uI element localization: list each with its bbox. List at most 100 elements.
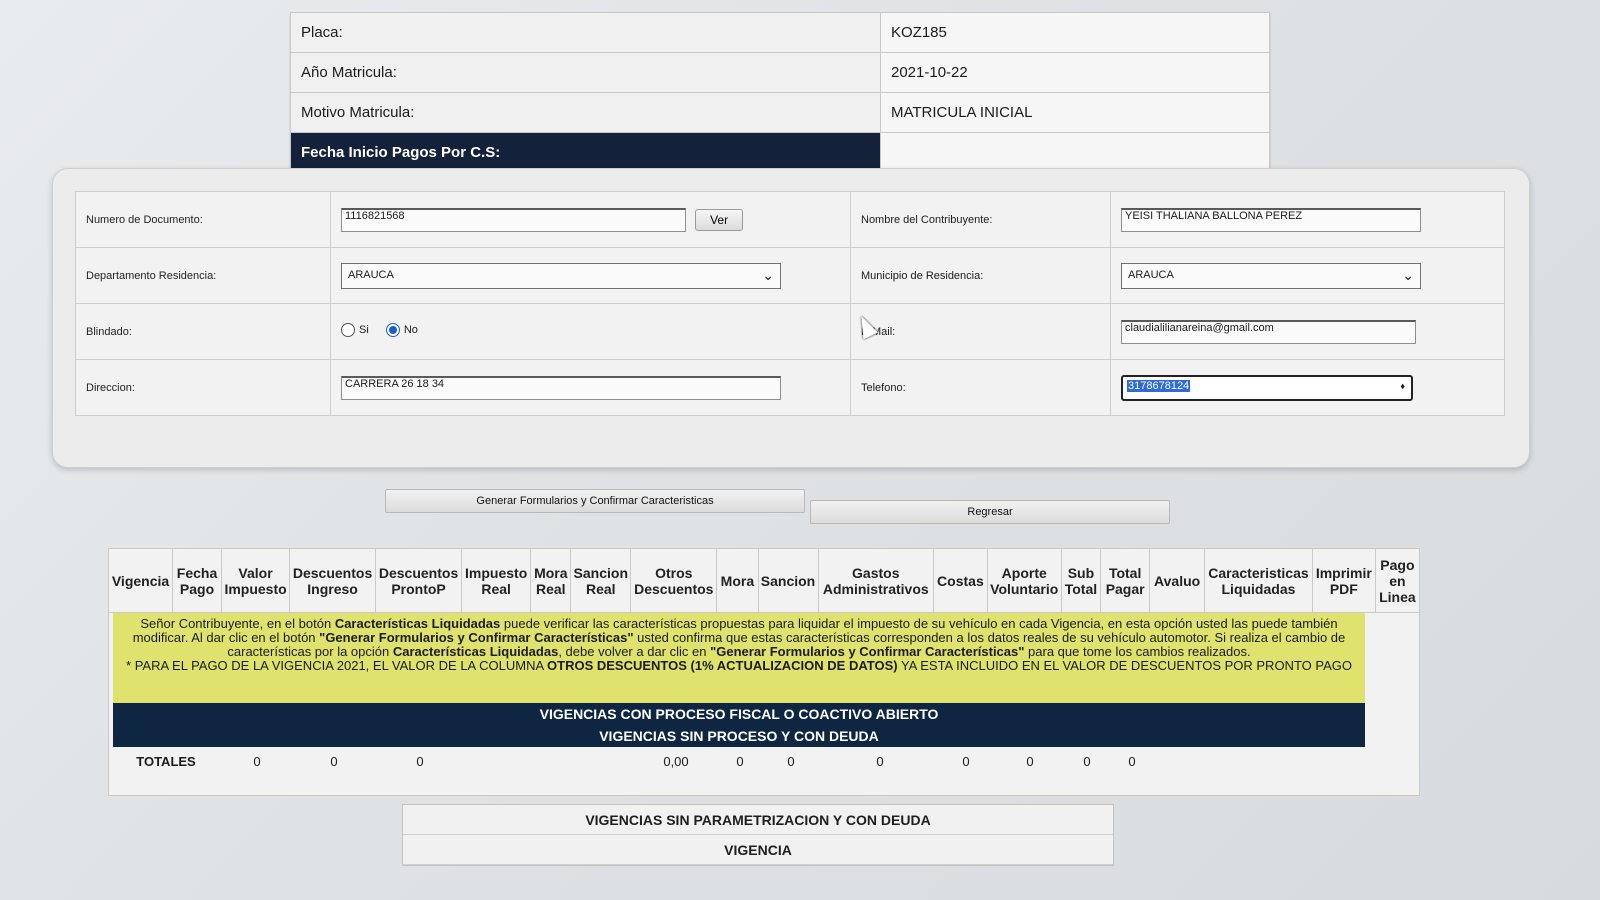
municipio-select[interactable]: ARAUCA ⌄ <box>1121 262 1421 289</box>
radio-checked-icon <box>385 323 400 337</box>
generar-formularios-button[interactable]: Generar Formularios y Confirmar Caracter… <box>385 489 805 513</box>
total-cell: 0,00 <box>663 753 689 769</box>
radio-circle-icon <box>341 323 355 337</box>
band-sin-proceso-con-deuda: VIGENCIAS SIN PROCESO Y CON DEUDA <box>113 725 1365 747</box>
vigencias-header: Vigencia Fecha Pago Valor Impuesto Descu… <box>109 549 1419 613</box>
placa-value: KOZ185 <box>880 12 1270 53</box>
col-total-pagar: Total Pagar <box>1101 549 1151 612</box>
depto-value: ARAUCA <box>348 268 394 281</box>
col-descuentos-ingreso: Descuentos Ingreso <box>290 549 377 612</box>
sin-parametrizacion-title: VIGENCIAS SIN PARAMETRIZACION Y CON DEUD… <box>403 805 1113 835</box>
vehicle-info-table: Placa: KOZ185 Año Matricula: 2021-10-22 … <box>290 12 1270 173</box>
total-cell: 0 <box>1026 753 1034 769</box>
total-cell: 0 <box>1083 753 1091 769</box>
motivo-matricula-value: MATRICULA INICIAL <box>880 92 1270 133</box>
telefono-value: 3178678124 <box>1127 379 1191 392</box>
contribuyente-form: Numero de Documento: 1116821568 Ver Nomb… <box>75 191 1505 416</box>
telefono-label: Telefono: <box>850 359 1111 416</box>
doc-cell: 1116821568 Ver <box>330 191 851 248</box>
nombre-cell: YEISI THALIANA BALLONA PEREZ <box>1110 191 1505 248</box>
col-sub-total: Sub Total <box>1062 549 1102 612</box>
municipio-cell: ARAUCA ⌄ <box>1110 247 1505 304</box>
band-proceso-fiscal: VIGENCIAS CON PROCESO FISCAL O COACTIVO … <box>113 703 1365 725</box>
spinner-icon: ♦ <box>1400 380 1405 391</box>
total-cell: 0 <box>787 753 795 769</box>
col-mora-real: Mora Real <box>531 549 572 612</box>
vigencias-table: Vigencia Fecha Pago Valor Impuesto Descu… <box>108 548 1420 796</box>
email-input[interactable]: claudialilianareina@gmail.com <box>1121 319 1416 344</box>
blindado-si-label: Si <box>359 324 369 336</box>
fecha-inicio-label: Fecha Inicio Pagos Por C.S: <box>290 132 881 173</box>
direccion-cell: CARRERA 26 18 34 <box>330 359 851 416</box>
col-sancion: Sancion <box>759 549 819 612</box>
anio-matricula-value: 2021-10-22 <box>880 52 1270 93</box>
depto-select[interactable]: ARAUCA ⌄ <box>341 262 781 289</box>
col-gastos-administrativos: Gastos Administrativos <box>819 549 935 612</box>
direccion-input[interactable]: CARRERA 26 18 34 <box>341 375 781 400</box>
notice-bold: OTROS DESCUENTOS (1% ACTUALIZACION DE DA… <box>547 658 898 673</box>
col-aporte-voluntario: Aporte Voluntario <box>988 549 1062 612</box>
notice-text: * PARA EL PAGO DE LA VIGENCIA 2021, EL V… <box>126 658 548 673</box>
nombre-input[interactable]: YEISI THALIANA BALLONA PEREZ <box>1121 207 1421 232</box>
sin-parametrizacion-vigencia-header: VIGENCIA <box>403 835 1113 865</box>
total-cell: 0 <box>962 753 970 769</box>
notice-text: Señor Contribuyente, en el botón <box>140 616 335 631</box>
total-cell: 0 <box>736 753 744 769</box>
total-cell: 0 <box>876 753 884 769</box>
motivo-matricula-row: Motivo Matricula: MATRICULA INICIAL <box>290 92 1270 133</box>
doc-label: Numero de Documento: <box>75 191 331 248</box>
placa-row: Placa: KOZ185 <box>290 12 1270 53</box>
motivo-matricula-label: Motivo Matricula: <box>290 92 881 133</box>
placa-label: Placa: <box>290 12 881 53</box>
ver-button[interactable]: Ver <box>695 208 744 231</box>
email-cell: claudialilianareina@gmail.com <box>1110 303 1505 360</box>
chevron-down-icon: ⌄ <box>762 266 774 283</box>
direccion-label: Direccion: <box>75 359 331 416</box>
blindado-cell: Si No <box>330 303 851 360</box>
municipio-value: ARAUCA <box>1128 268 1174 281</box>
doc-input[interactable]: 1116821568 <box>341 207 686 232</box>
notice-bold: Características Liquidadas <box>392 644 559 659</box>
telefono-cell: 3178678124 ♦ <box>1110 359 1505 416</box>
col-avaluo: Avaluo <box>1150 549 1206 612</box>
col-valor-impuesto: Valor Impuesto <box>222 549 291 612</box>
fecha-inicio-value <box>880 132 1270 173</box>
blindado-no-radio[interactable]: No <box>385 323 418 337</box>
anio-matricula-row: Año Matricula: 2021-10-22 <box>290 52 1270 93</box>
total-cell: 0 <box>330 753 338 769</box>
total-cell: 0 <box>253 753 261 769</box>
col-caracteristicas-liquidadas: Caracteristicas Liquidadas <box>1205 549 1313 612</box>
total-cell: 0 <box>1128 753 1136 769</box>
contribuyente-panel: Numero de Documento: 1116821568 Ver Nomb… <box>52 168 1530 468</box>
col-descuentos-prontop: Descuentos ProntoP <box>376 549 463 612</box>
col-costas: Costas <box>934 549 988 612</box>
telefono-input[interactable]: 3178678124 ♦ <box>1121 374 1413 401</box>
notice-text: YA ESTA INCLUIDO EN EL VALOR DE DESCUENT… <box>897 658 1352 673</box>
col-impuesto-real: Impuesto Real <box>462 549 532 612</box>
col-pago-en-linea: Pago en Linea <box>1379 556 1416 605</box>
notice-text: para que tome los cambios realizados. <box>1024 644 1251 659</box>
fecha-inicio-row: Fecha Inicio Pagos Por C.S: <box>290 132 1270 173</box>
email-label: E-Mail: <box>850 303 1111 360</box>
notice-bold: "Generar Formularios y Confirmar Caracte… <box>319 630 634 645</box>
depto-cell: ARAUCA ⌄ <box>330 247 851 304</box>
nombre-label: Nombre del Contribuyente: <box>850 191 1111 248</box>
totals-row: TOTALES 0 0 0 0,00 0 0 0 0 0 0 0 <box>109 747 1419 775</box>
totals-label: TOTALES <box>136 753 196 769</box>
notice-bold: Características Liquidadas <box>334 616 501 631</box>
regresar-button[interactable]: Regresar <box>810 500 1170 524</box>
municipio-label: Municipio de Residencia: <box>850 247 1111 304</box>
notice-banner: Señor Contribuyente, en el botón Caracte… <box>113 613 1365 703</box>
col-sancion-real: Sancion Real <box>571 549 632 612</box>
notice-bold: "Generar Formularios y Confirmar Caracte… <box>710 644 1025 659</box>
col-mora: Mora <box>717 549 759 612</box>
col-vigencia: Vigencia <box>109 549 173 612</box>
blindado-label: Blindado: <box>75 303 331 360</box>
notice-text: , debe volver a dar clic en <box>558 644 711 659</box>
chevron-down-icon: ⌄ <box>1402 266 1414 283</box>
anio-matricula-label: Año Matricula: <box>290 52 881 93</box>
col-imprimir-pdf: Imprimir PDF <box>1313 549 1376 612</box>
blindado-si-radio[interactable]: Si <box>341 323 369 337</box>
col-fecha-pago: Fecha Pago <box>173 549 223 612</box>
total-cell: 0 <box>416 753 424 769</box>
